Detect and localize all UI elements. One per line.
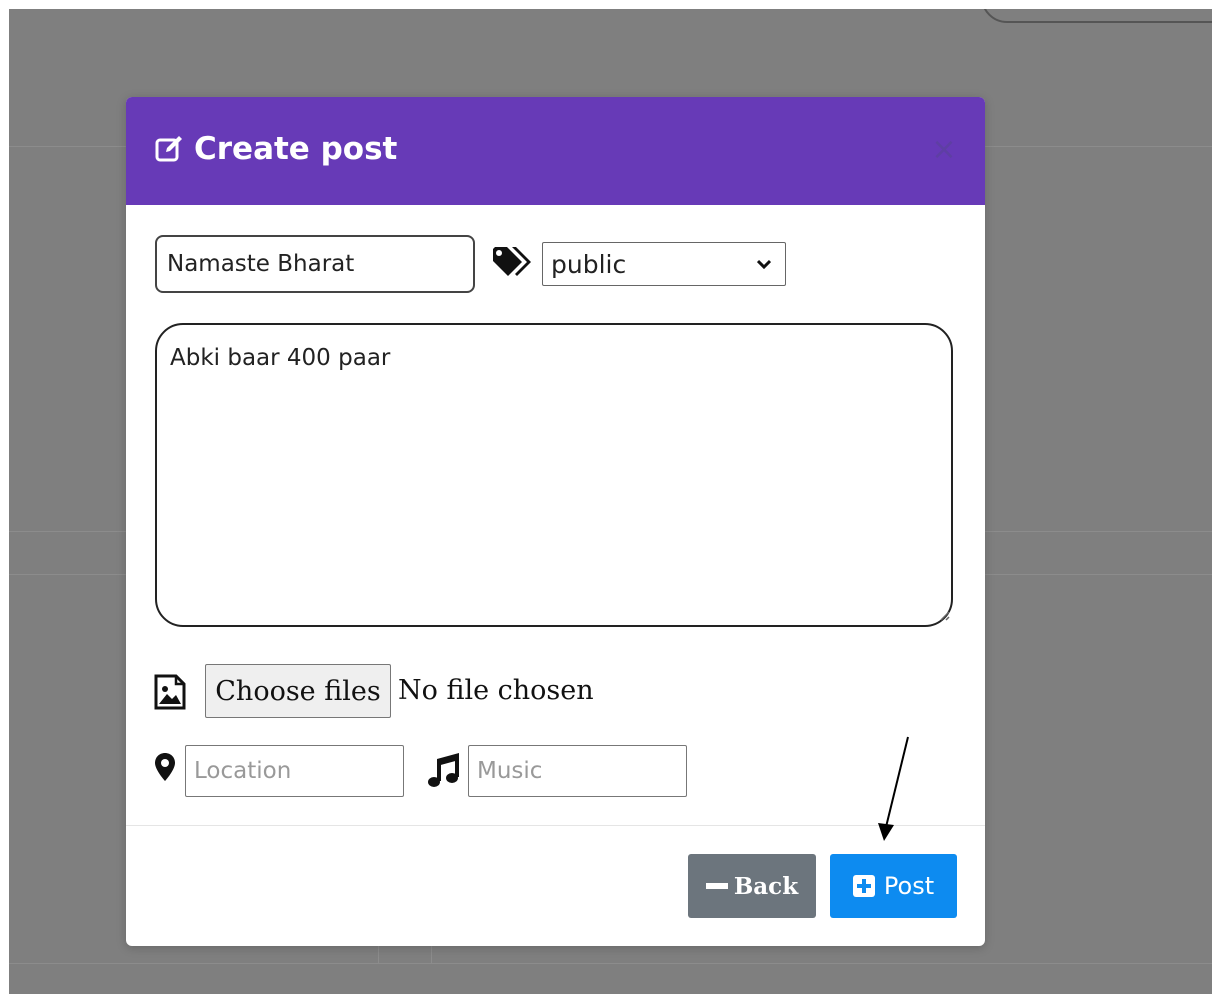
modal-header: Create post ×	[126, 97, 985, 205]
back-button-label: Back	[733, 872, 799, 900]
post-button[interactable]: Post	[830, 854, 957, 918]
background-divider	[9, 531, 126, 532]
privacy-select-value: public	[551, 249, 627, 279]
minus-icon	[705, 883, 728, 889]
annotation-arrow	[878, 736, 909, 841]
background-divider	[985, 146, 1212, 147]
map-pin-icon	[155, 753, 175, 781]
background-divider	[9, 963, 1212, 964]
location-input[interactable]	[185, 745, 404, 797]
image-icon	[154, 674, 186, 710]
modal-title: Create post	[154, 131, 397, 167]
create-post-modal: Create post × public Abki baar 400 paar …	[126, 97, 985, 946]
resize-handle-icon[interactable]	[938, 609, 950, 621]
edit-icon	[155, 136, 182, 162]
background-divider	[9, 574, 126, 575]
plus-square-icon	[852, 875, 875, 897]
modal-footer-divider	[126, 825, 985, 826]
background-divider	[378, 946, 379, 964]
file-status-text: No file chosen	[398, 675, 594, 706]
tags-icon	[493, 247, 531, 276]
post-body-textarea[interactable]: Abki baar 400 paar	[155, 323, 953, 627]
privacy-select[interactable]: public	[542, 242, 786, 286]
choose-files-button[interactable]: Choose files	[205, 664, 391, 718]
back-button[interactable]: Back	[688, 854, 816, 918]
music-icon	[428, 753, 459, 787]
background-divider	[431, 946, 432, 964]
modal-title-text: Create post	[194, 131, 398, 167]
background-search-pill	[981, 9, 1212, 23]
post-button-label: Post	[883, 872, 935, 900]
background-divider	[9, 146, 126, 147]
background-divider	[985, 531, 1212, 532]
music-input[interactable]	[468, 745, 687, 797]
background-divider	[985, 574, 1212, 575]
chevron-down-icon	[757, 259, 771, 269]
close-button[interactable]: ×	[929, 135, 959, 165]
post-title-input[interactable]	[155, 235, 475, 293]
